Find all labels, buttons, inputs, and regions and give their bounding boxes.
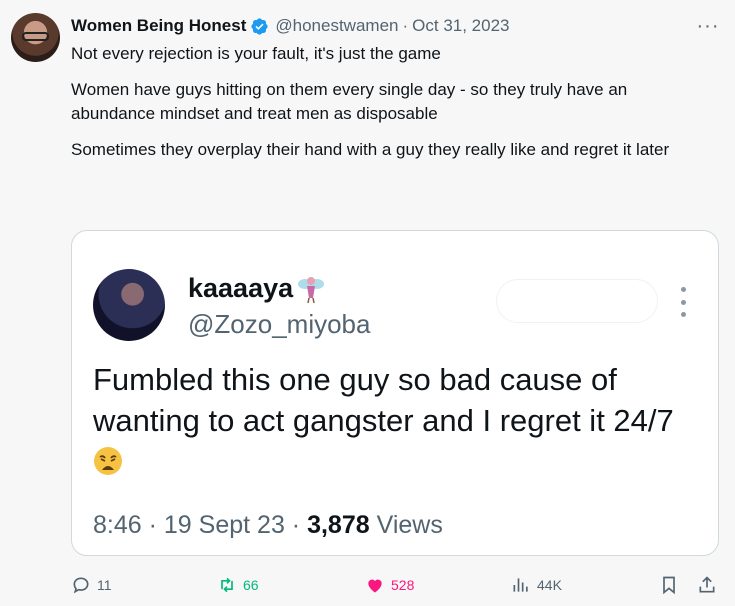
weary-face-emoji-icon [94,447,122,475]
like-count: 528 [391,577,415,593]
embedded-more-icon [674,287,692,317]
tweet-paragraph: Sometimes they overplay their hand with … [71,140,670,159]
repost-button[interactable]: 66 [217,572,259,598]
reply-icon [73,577,89,594]
share-icon [699,576,715,593]
more-icon[interactable]: ··· [696,14,720,38]
meta-separator: · [291,511,301,539]
avatar-glasses [22,32,49,41]
verified-badge-icon [251,17,268,35]
embedded-name: kaaaaya [188,273,294,303]
embedded-handle: @Zozo_miyoba [188,309,371,339]
embedded-views-count: 3,878 [307,511,370,539]
embedded-text: Fumbled this one guy so bad cause of wan… [93,359,693,482]
embedded-name-row: kaaaaya [188,273,325,304]
share-button[interactable] [697,572,717,598]
tweet-header: Women Being Honest @honestwamen · Oct 31… [71,15,510,37]
views-button[interactable]: 44K [511,572,562,598]
views-count: 44K [537,577,562,593]
bookmark-icon [663,576,675,595]
tweet-paragraph: Not every rejection is your fault, it's … [71,44,441,63]
embedded-views-label: Views [376,511,443,539]
embedded-date: 19 Sept 23 [163,511,285,539]
embedded-meta: 8:46 · 19 Sept 23 · 3,878 Views [93,511,443,540]
embedded-tweet-card[interactable]: kaaaaya @Zozo_miyoba Fumbled this one gu… [71,230,719,556]
repost-icon [221,577,233,593]
author-avatar[interactable] [11,13,60,62]
reply-count: 11 [97,577,112,593]
tweet-text: Not every rejection is your fault, it's … [71,42,711,174]
author-name[interactable]: Women Being Honest [71,16,246,36]
author-handle[interactable]: @honestwamen [275,16,398,36]
header-separator: · [402,16,409,35]
embedded-avatar [93,269,165,341]
like-icon [368,579,382,593]
embedded-text-body: Fumbled this one guy so bad cause of wan… [93,362,674,438]
repost-count: 66 [243,577,259,593]
fairy-emoji-icon [298,276,325,303]
action-bar: 11 66 528 44K [71,572,721,598]
follow-button-ghost [496,279,658,323]
reply-button[interactable]: 11 [71,572,112,598]
like-button[interactable]: 528 [365,572,414,598]
tweet-date[interactable]: Oct 31, 2023 [412,16,509,36]
bookmark-button[interactable] [659,572,679,598]
meta-separator: · [148,511,157,539]
views-icon [513,578,528,592]
tweet-paragraph: Women have guys hitting on them every si… [71,80,628,123]
embedded-time: 8:46 [93,511,142,539]
